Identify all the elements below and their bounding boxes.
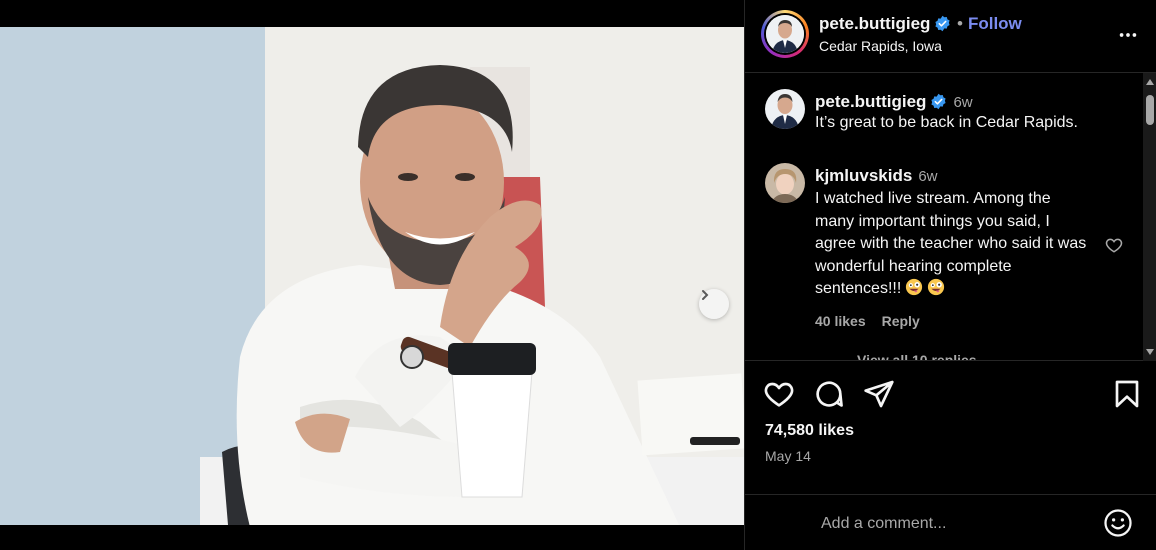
comment-body: I watched live stream. Among the many im… <box>815 190 1087 297</box>
save-bookmark-icon[interactable] <box>1111 378 1143 410</box>
comment-meta: 40 likes Reply <box>815 313 936 329</box>
comment-text: I watched live stream. Among the many im… <box>815 188 1087 301</box>
caption-avatar[interactable] <box>765 89 805 129</box>
commenter-username[interactable]: kjmluvskids <box>815 166 912 185</box>
zany-face-emoji-icon <box>928 278 945 296</box>
post-actions <box>745 378 1156 412</box>
author-username-text[interactable]: pete.buttigieg <box>819 14 930 33</box>
comments-section[interactable]: pete.buttigieg 6w It’s great to be back i… <box>745 73 1156 361</box>
post-date[interactable]: May 14 <box>765 448 811 464</box>
comments-scrollbar[interactable] <box>1143 73 1156 361</box>
share-send-icon[interactable] <box>863 378 895 410</box>
author-avatar[interactable] <box>761 10 809 58</box>
caption-text: It’s great to be back in Cedar Rapids. <box>815 114 1078 131</box>
scroll-down-arrow-icon[interactable] <box>1146 349 1154 355</box>
post-sidebar: pete.buttigieg • Follow Cedar Rapids, Iow… <box>744 0 1156 550</box>
follow-group: • Follow <box>957 14 1022 34</box>
commenter-avatar[interactable] <box>765 163 805 203</box>
comment-likes-count[interactable]: 40 likes <box>815 313 866 329</box>
comment-composer <box>745 494 1156 550</box>
caption-header: pete.buttigieg 6w <box>815 92 973 112</box>
like-heart-icon[interactable] <box>763 378 795 410</box>
carousel-next-button[interactable] <box>699 289 729 319</box>
follow-button[interactable]: Follow <box>968 14 1022 33</box>
verified-badge-icon <box>931 93 947 110</box>
scroll-up-arrow-icon[interactable] <box>1146 79 1154 85</box>
view-replies-label[interactable]: View all 10 replies <box>857 352 977 360</box>
comment-like-heart-icon[interactable] <box>1105 236 1123 254</box>
comment-timestamp[interactable]: 6w <box>918 168 937 185</box>
likes-count[interactable]: 74,580 likes <box>765 422 854 440</box>
emoji-picker-icon[interactable] <box>1103 508 1133 538</box>
chevron-right-icon <box>702 290 709 300</box>
verified-badge-icon <box>935 15 951 32</box>
comment-header: kjmluvskids 6w <box>815 166 938 186</box>
post-media-pane <box>0 0 744 550</box>
post-location[interactable]: Cedar Rapids, Iowa <box>819 38 942 54</box>
comment-bubble-icon[interactable] <box>813 378 845 410</box>
separator-dot: • <box>957 14 963 33</box>
reply-button[interactable]: Reply <box>882 313 920 329</box>
post-photo[interactable] <box>0 27 744 525</box>
caption-timestamp[interactable]: 6w <box>953 94 972 111</box>
post-header: pete.buttigieg • Follow Cedar Rapids, Iow… <box>745 0 1156 73</box>
more-options-icon[interactable] <box>1117 24 1139 46</box>
author-username[interactable]: pete.buttigieg <box>819 14 951 34</box>
photo-illustration <box>0 27 744 525</box>
caption-username[interactable]: pete.buttigieg <box>815 92 926 111</box>
scrollbar-thumb[interactable] <box>1146 95 1154 125</box>
zany-face-emoji-icon <box>906 278 923 296</box>
avatar-image <box>766 15 804 53</box>
add-comment-input[interactable] <box>819 509 1093 539</box>
view-replies-button[interactable]: View all 10 replies <box>815 352 977 360</box>
